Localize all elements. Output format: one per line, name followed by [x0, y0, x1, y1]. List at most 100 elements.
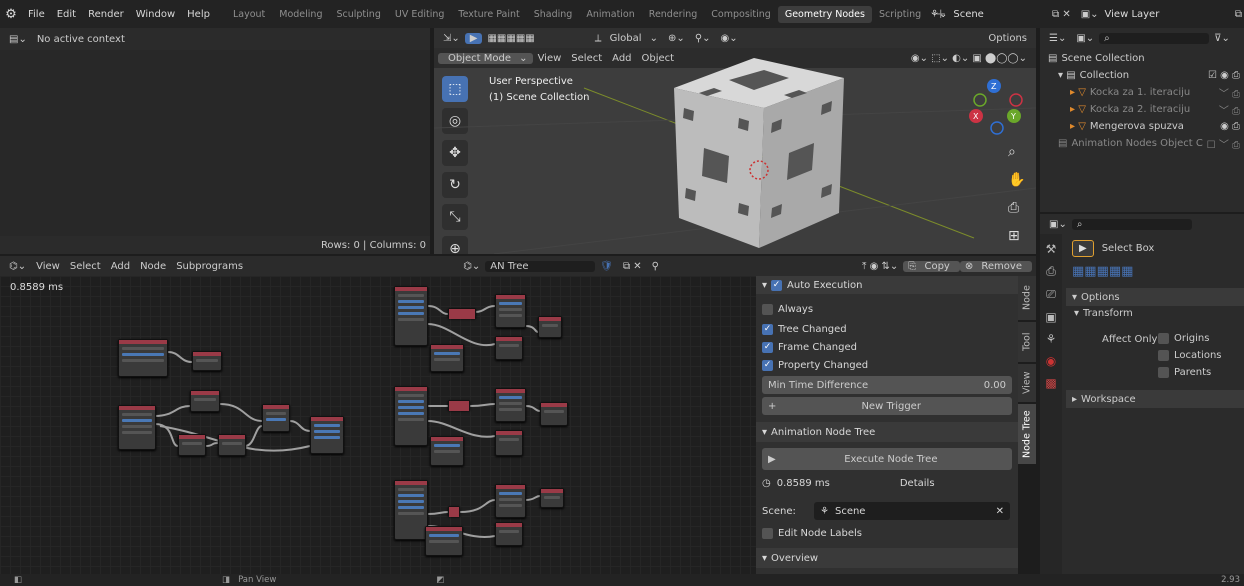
node-menu-add[interactable]: Add [106, 261, 135, 272]
outliner-object-row[interactable]: ▸ ▽ Kocka za 1. iteraciju ﹀ ⎙ [1040, 84, 1244, 101]
outliner-type-icon[interactable]: ☰⌄ [1044, 33, 1071, 44]
node[interactable] [495, 484, 526, 518]
tree-changed-row[interactable]: ✓ Tree Changed [756, 320, 1018, 338]
output-tab-icon[interactable]: ⎚ [1046, 287, 1056, 302]
viewport-menu-view[interactable]: View [533, 53, 567, 64]
tab-tool[interactable]: Tool [1018, 322, 1036, 362]
transform-orientation[interactable]: ⟂ Global ⌄ [590, 33, 663, 44]
node[interactable] [540, 488, 564, 508]
pivot-icon[interactable]: ⊕⌄ [663, 33, 690, 44]
menu-render[interactable]: Render [82, 9, 130, 20]
menu-file[interactable]: File [22, 9, 51, 20]
tab-modeling[interactable]: Modeling [272, 6, 329, 23]
tab-view[interactable]: View [1018, 364, 1036, 402]
new-scene-icon[interactable]: ⧉ ✕ [1052, 9, 1071, 20]
texture-tab-icon[interactable]: ▩ [1045, 376, 1056, 390]
view-layer-copy-icon[interactable]: ⧉ [1235, 9, 1242, 20]
always-checkbox[interactable] [762, 303, 773, 315]
always-row[interactable]: Always [756, 300, 1018, 318]
world-tab-icon[interactable]: ◉ [1046, 354, 1056, 368]
outliner-search-field[interactable]: ⌕ [1099, 32, 1210, 44]
node[interactable] [394, 386, 428, 446]
node[interactable] [495, 388, 526, 422]
render-tab-icon[interactable]: ⎙ [1046, 264, 1056, 279]
menu-window[interactable]: Window [130, 9, 181, 20]
node[interactable] [190, 390, 220, 412]
editor-type-icon[interactable]: ▤⌄ [4, 34, 32, 45]
view-layer-icon[interactable]: ▣⌄ [1081, 9, 1099, 20]
properties-search-field[interactable]: ⌕ [1071, 218, 1192, 230]
visibility-icons[interactable]: ☑ ◉ ⎙ [1208, 70, 1244, 81]
collection-row[interactable]: ▾ ▤ Collection ☑ ◉ ⎙ [1040, 67, 1244, 84]
node[interactable] [218, 434, 246, 456]
viewport-options[interactable]: Options [983, 33, 1032, 44]
node-menu-select[interactable]: Select [65, 261, 106, 272]
node[interactable] [430, 436, 464, 466]
node[interactable] [425, 526, 463, 556]
frame-changed-checkbox[interactable]: ✓ [762, 341, 773, 353]
node[interactable] [495, 522, 523, 546]
tab-compositing[interactable]: Compositing [704, 6, 778, 23]
3d-viewport[interactable]: ⇲⌄ ▶ ▦▦▦▦▦ ⟂ Global ⌄ ⊕⌄ ⚲⌄ ◉⌄ Options O… [434, 28, 1036, 254]
object-mode-dropdown[interactable]: Object Mode ⌄ [438, 52, 533, 64]
node[interactable] [495, 294, 526, 328]
editor-type-icon[interactable]: ⇲⌄ [438, 33, 465, 44]
locations-row[interactable]: Locations [1158, 350, 1222, 361]
blender-logo-icon[interactable]: ⚙ [0, 7, 22, 22]
visibility-icons[interactable]: ◉ ⎙ [1220, 121, 1244, 132]
tool-tab-icon[interactable]: ⚒ [1046, 242, 1057, 256]
node[interactable] [448, 506, 460, 517]
copy-tree-button[interactable]: ⎘ Copy [903, 260, 960, 272]
details-button[interactable]: Details [900, 478, 935, 489]
node-tree-type-icon[interactable]: ⌬⌄ [458, 261, 485, 272]
select-tool-icon[interactable]: ▶ [464, 32, 483, 44]
tab-scripting[interactable]: Scripting [872, 6, 928, 23]
transform-subpanel-header[interactable]: ▾ Transform [1074, 308, 1133, 319]
node[interactable] [262, 404, 290, 432]
origins-checkbox[interactable] [1158, 333, 1169, 344]
animation-nodes-object-row[interactable]: ▤ Animation Nodes Object C ☐ ﹀ ⎙ [1040, 135, 1244, 152]
properties-type-icon[interactable]: ▣⌄ [1044, 219, 1072, 230]
node[interactable] [448, 400, 470, 411]
menu-help[interactable]: Help [181, 9, 216, 20]
snap-icon[interactable]: ⚲⌄ [690, 33, 716, 44]
tab-geometry-nodes[interactable]: Geometry Nodes [777, 5, 872, 23]
node[interactable] [394, 480, 428, 540]
overview-panel-header[interactable]: ▾ Overview [756, 548, 1018, 568]
tab-layout[interactable]: Layout [226, 6, 272, 23]
tab-node[interactable]: Node [1018, 276, 1036, 320]
property-changed-checkbox[interactable]: ✓ [762, 359, 773, 371]
visibility-icons[interactable]: ☐ ﹀ ⎙ [1207, 136, 1244, 151]
locations-checkbox[interactable] [1158, 350, 1169, 361]
parents-checkbox[interactable] [1158, 367, 1169, 378]
node[interactable] [394, 286, 428, 346]
navigation-gizmo[interactable]: Z X Y [964, 76, 1034, 136]
tab-uv-editing[interactable]: UV Editing [388, 6, 452, 23]
node[interactable] [310, 416, 344, 454]
clear-icon[interactable]: ✕ [996, 506, 1004, 517]
camera-icon[interactable]: ⎙ [1008, 200, 1025, 216]
auto-execution-panel-header[interactable]: ▾ ✓ Auto Execution [756, 276, 1018, 294]
zoom-icon[interactable]: ⌕ [1008, 144, 1025, 160]
options-panel-header[interactable]: ▾ Options [1066, 288, 1244, 306]
header-right-icons[interactable]: ⤒ ◉ ⇅⌄ [857, 261, 903, 272]
select-mode-icons[interactable]: ▦▦▦▦▦ [482, 33, 539, 44]
tab-shading[interactable]: Shading [527, 6, 580, 23]
menu-edit[interactable]: Edit [51, 9, 82, 20]
new-tree-icon[interactable]: ⧉ ✕ [618, 261, 647, 272]
grid-icon[interactable]: ⊞ [1008, 228, 1025, 244]
node-menu-node[interactable]: Node [135, 261, 171, 272]
select-box-row[interactable]: ▶ Select Box [1072, 240, 1154, 257]
edit-node-labels-row[interactable]: Edit Node Labels [756, 524, 1018, 542]
view-layer-tab-icon[interactable]: ▣ [1045, 310, 1056, 324]
node-editor-type-icon[interactable]: ⌬⌄ [4, 261, 31, 272]
fake-user-icon[interactable]: 🛡 [595, 261, 618, 272]
viewport-menu-add[interactable]: Add [607, 53, 636, 64]
new-trigger-button[interactable]: + New Trigger [762, 397, 1012, 415]
outliner-object-row[interactable]: ▸ ▽ Kocka za 2. iteraciju ﹀ ⎙ [1040, 101, 1244, 118]
animation-node-tree-panel-header[interactable]: ▾ Animation Node Tree [756, 422, 1018, 442]
node[interactable] [118, 405, 156, 450]
tab-sculpting[interactable]: Sculpting [329, 6, 387, 23]
pin-icon[interactable]: ⚲ [647, 261, 664, 272]
node-canvas[interactable]: 0.8589 ms [0, 276, 756, 574]
